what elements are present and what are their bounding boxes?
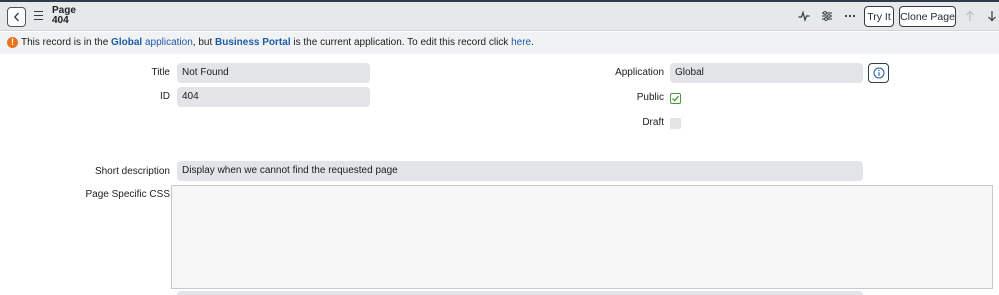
draft-label: Draft	[642, 117, 664, 128]
form-header: Page 404 Try It Clone Page	[0, 2, 999, 31]
info-button[interactable]	[868, 63, 889, 83]
scope-notice-text: This record is in the Global application…	[21, 37, 534, 48]
page-css-label: Page Specific CSS	[85, 189, 171, 200]
next-field[interactable]	[177, 291, 863, 295]
activity-pulse-icon[interactable]	[797, 9, 811, 23]
title-label: Title	[151, 67, 170, 78]
chevron-left-icon	[13, 12, 19, 22]
id-field[interactable]: 404	[177, 87, 370, 107]
edit-here-link[interactable]: here	[511, 37, 531, 48]
scope-notice: ! This record is in the Global applicati…	[0, 32, 999, 54]
current-application-name: Business Portal	[215, 37, 291, 48]
public-label: Public	[636, 92, 664, 103]
arrow-up-icon[interactable]	[963, 9, 977, 23]
more-dots-icon[interactable]	[843, 9, 857, 23]
short-description-label: Short description	[94, 166, 170, 177]
hamburger-icon[interactable]	[34, 11, 43, 20]
record-name: 404	[52, 15, 69, 26]
sliders-icon[interactable]	[820, 9, 834, 23]
scope-name: Global	[111, 37, 143, 48]
checkmark-icon	[672, 95, 679, 102]
back-button[interactable]	[7, 7, 26, 27]
info-icon	[873, 67, 884, 79]
page-css-editor[interactable]	[171, 185, 993, 289]
clone-page-button[interactable]: Clone Page	[899, 6, 956, 27]
short-description-field[interactable]: Display when we cannot find the requeste…	[177, 161, 863, 181]
public-checkbox[interactable]	[670, 93, 681, 104]
try-it-button[interactable]: Try It	[864, 6, 894, 27]
application-field[interactable]: Global	[670, 63, 863, 83]
warning-icon: !	[7, 37, 18, 48]
title-field[interactable]: Not Found	[177, 63, 370, 83]
id-label: ID	[160, 91, 170, 102]
arrow-down-icon[interactable]	[985, 9, 999, 23]
application-label: Application	[615, 67, 664, 78]
draft-checkbox[interactable]	[670, 118, 681, 129]
